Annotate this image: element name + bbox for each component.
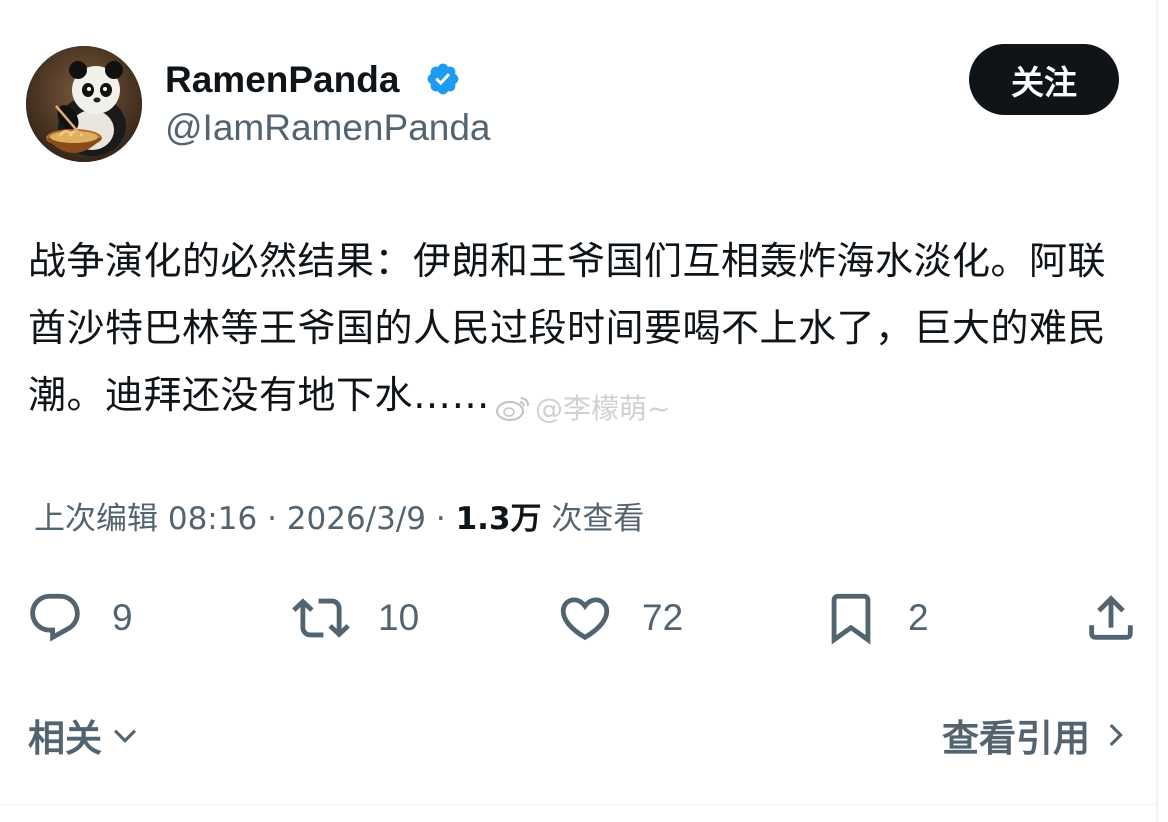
tweet-time[interactable]: 08:16 bbox=[168, 501, 257, 537]
chevron-right-icon bbox=[1109, 723, 1123, 747]
repost-icon bbox=[292, 598, 350, 638]
author-handle[interactable]: @IamRamenPanda bbox=[165, 106, 491, 150]
scrollbar-track[interactable] bbox=[1156, 0, 1158, 822]
chevron-down-icon bbox=[113, 729, 137, 743]
bookmark-icon bbox=[831, 593, 871, 645]
tweet-date[interactable]: 2026/3/9 bbox=[287, 501, 426, 537]
edited-label[interactable]: 上次编辑 bbox=[34, 501, 158, 537]
bookmark-button[interactable]: 2 bbox=[822, 588, 929, 648]
author-display-name[interactable]: RamenPanda bbox=[165, 58, 399, 102]
watermark-text: @李檬萌~ bbox=[535, 392, 671, 425]
panda-eating-ramen-avatar bbox=[26, 46, 142, 162]
follow-button[interactable]: 关注 bbox=[969, 44, 1119, 115]
meta-separator: · bbox=[267, 501, 277, 537]
share-button[interactable] bbox=[1082, 588, 1140, 648]
watermark: @李檬萌~ bbox=[495, 392, 670, 426]
divider bbox=[0, 804, 1156, 805]
share-icon bbox=[1089, 595, 1133, 640]
like-button[interactable]: 72 bbox=[556, 588, 683, 648]
tweet-detail-page: RamenPanda @IamRamenPanda 关注 战争演化的必然结果：伊… bbox=[0, 0, 1168, 822]
related-label: 相关 bbox=[28, 717, 102, 760]
tweet-meta: 上次编辑 08:16 · 2026/3/9 · 1.3万 次查看 bbox=[34, 497, 644, 541]
repost-button[interactable]: 10 bbox=[292, 588, 419, 648]
weibo-logo-icon bbox=[496, 397, 529, 421]
reply-icon bbox=[30, 593, 80, 642]
meta-separator: · bbox=[435, 501, 446, 537]
views-label: 次查看 bbox=[551, 501, 645, 537]
reply-count: 9 bbox=[112, 597, 133, 638]
related-toggle[interactable]: 相关 bbox=[28, 710, 142, 760]
repost-count: 10 bbox=[378, 597, 420, 638]
like-count: 72 bbox=[642, 597, 684, 638]
views-count: 1.3万 bbox=[455, 501, 542, 537]
reply-button[interactable]: 9 bbox=[26, 588, 133, 648]
bookmark-count: 2 bbox=[908, 597, 929, 638]
quotes-label: 查看引用 bbox=[942, 717, 1090, 760]
author-avatar[interactable] bbox=[26, 46, 142, 162]
view-quotes-link[interactable]: 查看引用 bbox=[942, 710, 1132, 760]
verified-badge-icon[interactable] bbox=[425, 61, 461, 97]
heart-icon bbox=[560, 597, 610, 641]
